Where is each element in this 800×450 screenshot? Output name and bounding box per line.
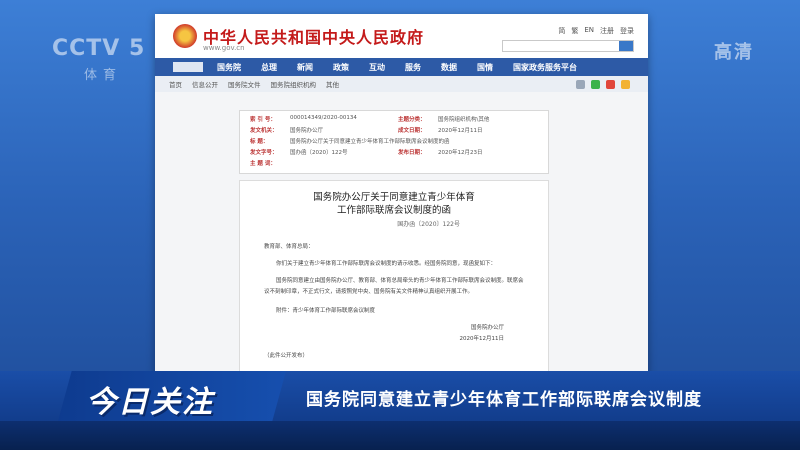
breadcrumb-item[interactable]: 国务院组织机构 <box>271 79 317 89</box>
top-link[interactable]: 登录 <box>620 26 634 36</box>
nav-item[interactable]: 国务院 <box>207 62 251 73</box>
site-header: 中华人民共和国中央人民政府 www.gov.cn 简 繁 EN 注册 登录 <box>155 14 648 58</box>
nav-item[interactable]: 国情 <box>467 62 503 73</box>
document-salutation: 教育部、体育总局： <box>264 244 314 250</box>
program-logo: 今日关注 <box>86 385 214 420</box>
nav-item[interactable]: 总理 <box>251 62 287 73</box>
top-link[interactable]: EN <box>584 26 594 36</box>
document-attachment[interactable]: 附件：青少年体育工作部际联席会议制度 <box>264 306 524 317</box>
meta-row: 主 题 词： <box>250 161 276 167</box>
channel-sub-logo: 体育 <box>84 68 123 83</box>
print-icon[interactable] <box>576 79 585 89</box>
top-link[interactable]: 简 <box>558 26 565 36</box>
breadcrumb-item[interactable]: 其他 <box>326 79 339 89</box>
top-links: 简 繁 EN 注册 登录 <box>558 26 634 36</box>
document-body: 国务院办公厅关于同意建立青少年体育 工作部际联席会议制度的函 国办函〔2020〕… <box>239 180 549 374</box>
headline: 国务院同意建立青少年体育工作部际联席会议制度 <box>306 390 702 410</box>
nav-item[interactable]: 国家政务服务平台 <box>503 62 587 73</box>
meta-row: 发文机关： 国务院办公厅 <box>250 128 324 134</box>
meta-row: 成文日期： 2020年12月11日 <box>398 128 483 134</box>
meta-row: 索 引 号： 000014349/2020-00134 <box>250 115 357 123</box>
home-nav-icon[interactable] <box>173 62 203 72</box>
nav-item[interactable]: 服务 <box>395 62 431 73</box>
document-metadata: 索 引 号： 000014349/2020-00134 主题分类： 国务院组织机构\… <box>239 110 549 174</box>
search-input[interactable] <box>502 40 634 52</box>
channel-logo: CCTV 5 <box>52 36 146 61</box>
meta-row: 发文字号： 国办函〔2020〕122号 <box>250 150 348 156</box>
main-nav: 国务院 总理 新闻 政策 互动 服务 数据 国情 国家政务服务平台 <box>155 58 648 76</box>
document-title-line: 国务院办公厅关于同意建立青少年体育 <box>313 192 475 203</box>
news-banner: 今日关注 国务院同意建立青少年体育工作部际联席会议制度 <box>0 371 800 421</box>
nav-item[interactable]: 数据 <box>431 62 467 73</box>
site-url: www.gov.cn <box>203 44 245 52</box>
weibo-icon[interactable] <box>606 79 615 89</box>
document-date: 2020年12月11日 <box>459 336 505 342</box>
wechat-icon[interactable] <box>591 79 600 89</box>
national-emblem-icon <box>173 24 197 48</box>
breadcrumb: 首页 信息公开 国务院文件 国务院组织机构 其他 <box>155 76 648 92</box>
top-link[interactable]: 繁 <box>571 26 578 36</box>
nav-item[interactable]: 新闻 <box>287 62 323 73</box>
nav-item[interactable]: 政策 <box>323 62 359 73</box>
bottom-strip <box>0 421 800 450</box>
search-button[interactable] <box>619 41 633 51</box>
document-note: （此件公开发布） <box>264 353 309 359</box>
qzone-icon[interactable] <box>621 79 630 89</box>
meta-row: 主题分类： 国务院组织机构\其他 <box>398 117 490 123</box>
breadcrumb-item[interactable]: 国务院文件 <box>228 79 261 89</box>
share-bar <box>576 79 630 89</box>
meta-row: 标 题： 国务院办公厅关于同意建立青少年体育工作部际联席会议制度的函 <box>250 139 450 145</box>
hd-label: 高清 <box>714 42 754 63</box>
document-paragraph: 你们关于建立青少年体育工作部际联席会议制度的请示收悉。经国务院同意，现函复如下： <box>276 261 497 267</box>
document-title-line: 工作部际联席会议制度的函 <box>336 205 451 216</box>
breadcrumb-item[interactable]: 信息公开 <box>192 79 218 89</box>
gov-webpage: 中华人民共和国中央人民政府 www.gov.cn 简 繁 EN 注册 登录 国务… <box>155 14 648 374</box>
document-signature: 国务院办公厅 <box>470 325 504 331</box>
meta-row: 发布日期： 2020年12月23日 <box>398 150 483 156</box>
top-link[interactable]: 注册 <box>600 26 614 36</box>
document-number: 国办函〔2020〕122号 <box>397 221 460 228</box>
document-paragraph: 国务院同意建立由国务院办公厅、教育部、体育总局牵头的青少年体育工作部际联席会议制… <box>264 278 524 295</box>
breadcrumb-item[interactable]: 首页 <box>169 79 182 89</box>
nav-item[interactable]: 互动 <box>359 62 395 73</box>
